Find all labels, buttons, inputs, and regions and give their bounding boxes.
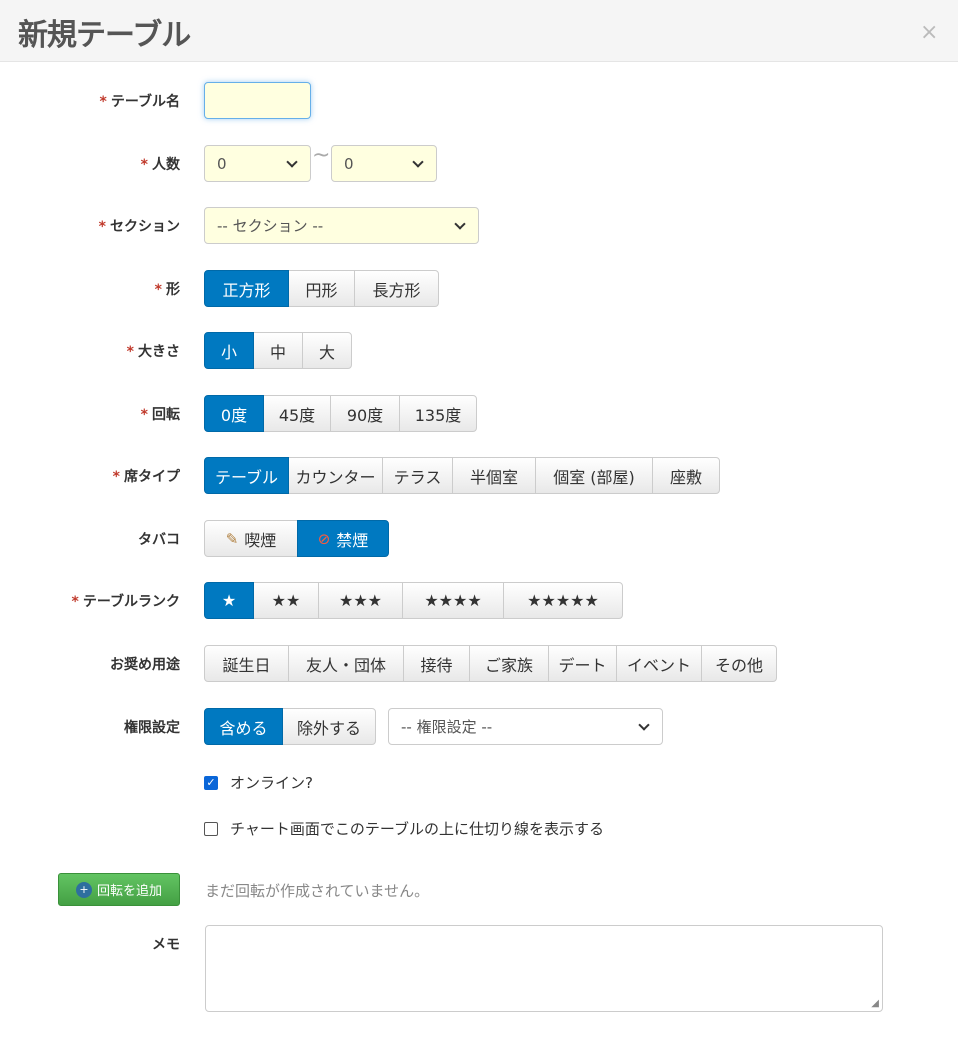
usage-button-group: 誕生日 友人・団体 接待 ご家族 デート イベント その他 bbox=[204, 645, 777, 682]
seat-type-button-group: テーブル カウンター テラス 半個室 個室 (部屋) 座敷 bbox=[204, 457, 720, 494]
no-rotation-text: まだ回転が作成されていません。 bbox=[205, 882, 430, 900]
usage-date-button[interactable]: デート bbox=[548, 645, 617, 682]
label-permission: 権限設定 bbox=[124, 720, 180, 736]
tobacco-button-group: ✎ 喫煙 ⊘ 禁煙 bbox=[204, 520, 389, 557]
people-min-select[interactable]: 0 bbox=[204, 145, 311, 182]
rank-4-button[interactable]: ★★★★ bbox=[402, 582, 504, 619]
seat-semi-private-button[interactable]: 半個室 bbox=[452, 457, 536, 494]
rotation-135-button[interactable]: 135度 bbox=[399, 395, 477, 432]
permission-button-group: 含める 除外する bbox=[204, 708, 376, 745]
label-seat-type: * 席タイプ bbox=[112, 469, 180, 485]
range-tilde: ~ bbox=[312, 143, 331, 168]
label-table-name: * テーブル名 bbox=[99, 94, 181, 110]
usage-family-button[interactable]: ご家族 bbox=[469, 645, 549, 682]
label-rotation: * 回転 bbox=[140, 407, 180, 423]
divider-line-checkbox-label: チャート画面でこのテーブルの上に仕切り線を表示する bbox=[230, 820, 604, 838]
rank-3-button[interactable]: ★★★ bbox=[318, 582, 403, 619]
usage-business-button[interactable]: 接待 bbox=[403, 645, 470, 682]
usage-event-button[interactable]: イベント bbox=[616, 645, 702, 682]
modal-title: 新規テーブル bbox=[18, 18, 191, 53]
chevron-down-icon bbox=[286, 155, 298, 168]
permission-include-button[interactable]: 含める bbox=[204, 708, 283, 745]
memo-textarea[interactable]: ◢ bbox=[205, 925, 883, 1012]
close-icon[interactable]: × bbox=[920, 20, 938, 45]
section-select[interactable]: -- セクション -- bbox=[204, 207, 479, 244]
non-smoking-button[interactable]: ⊘ 禁煙 bbox=[297, 520, 389, 557]
chevron-down-icon bbox=[412, 155, 424, 168]
label-size: * 大きさ bbox=[126, 344, 180, 360]
usage-other-button[interactable]: その他 bbox=[701, 645, 777, 682]
size-small-button[interactable]: 小 bbox=[204, 332, 254, 369]
shape-button-group: 正方形 円形 長方形 bbox=[204, 270, 439, 307]
permission-exclude-button[interactable]: 除外する bbox=[282, 708, 376, 745]
label-tobacco: タバコ bbox=[138, 532, 180, 548]
rotation-button-group: 0度 45度 90度 135度 bbox=[204, 395, 477, 432]
label-shape: * 形 bbox=[154, 282, 180, 298]
shape-rectangle-button[interactable]: 長方形 bbox=[354, 270, 439, 307]
seat-table-button[interactable]: テーブル bbox=[204, 457, 289, 494]
table-name-input[interactable] bbox=[204, 82, 311, 119]
permission-select[interactable]: -- 権限設定 -- bbox=[388, 708, 663, 745]
people-max-select[interactable]: 0 bbox=[331, 145, 437, 182]
size-medium-button[interactable]: 中 bbox=[253, 332, 303, 369]
rotation-45-button[interactable]: 45度 bbox=[263, 395, 331, 432]
chevron-down-icon bbox=[638, 718, 650, 731]
cigarette-icon: ✎ bbox=[225, 529, 239, 548]
size-button-group: 小 中 大 bbox=[204, 332, 352, 369]
no-smoking-icon: ⊘ bbox=[317, 529, 331, 548]
divider-checkbox-row: チャート画面でこのテーブルの上に仕切り線を表示する bbox=[204, 818, 604, 839]
add-rotation-button[interactable]: + 回転を追加 bbox=[58, 873, 180, 906]
chevron-down-icon bbox=[454, 217, 466, 230]
label-memo: メモ bbox=[152, 937, 180, 953]
label-section: * セクション bbox=[98, 219, 180, 235]
resize-grip-icon[interactable]: ◢ bbox=[871, 998, 879, 1009]
label-rank: * テーブルランク bbox=[71, 594, 181, 610]
smoking-button[interactable]: ✎ 喫煙 bbox=[204, 520, 298, 557]
online-checkbox-row: ✓ オンライン? bbox=[204, 772, 313, 793]
rank-1-button[interactable]: ★ bbox=[204, 582, 254, 619]
seat-terrace-button[interactable]: テラス bbox=[382, 457, 453, 494]
online-checkbox-label: オンライン? bbox=[230, 774, 313, 792]
label-usage: お奨め用途 bbox=[110, 657, 180, 673]
divider-line-checkbox[interactable] bbox=[204, 821, 218, 836]
size-large-button[interactable]: 大 bbox=[302, 332, 352, 369]
seat-zashiki-button[interactable]: 座敷 bbox=[652, 457, 720, 494]
rotation-90-button[interactable]: 90度 bbox=[330, 395, 400, 432]
online-checkbox[interactable]: ✓ bbox=[204, 775, 218, 790]
modal-header: 新規テーブル × bbox=[0, 0, 958, 62]
rotation-0-button[interactable]: 0度 bbox=[204, 395, 264, 432]
seat-counter-button[interactable]: カウンター bbox=[288, 457, 383, 494]
rank-button-group: ★ ★★ ★★★ ★★★★ ★★★★★ bbox=[204, 582, 623, 619]
shape-circle-button[interactable]: 円形 bbox=[288, 270, 355, 307]
shape-square-button[interactable]: 正方形 bbox=[204, 270, 289, 307]
usage-birthday-button[interactable]: 誕生日 bbox=[204, 645, 289, 682]
rank-2-button[interactable]: ★★ bbox=[253, 582, 319, 619]
seat-private-room-button[interactable]: 個室 (部屋) bbox=[535, 457, 653, 494]
label-people: * 人数 bbox=[140, 157, 180, 173]
add-circle-icon: + bbox=[75, 881, 92, 898]
usage-friends-button[interactable]: 友人・団体 bbox=[288, 645, 404, 682]
rank-5-button[interactable]: ★★★★★ bbox=[503, 582, 623, 619]
